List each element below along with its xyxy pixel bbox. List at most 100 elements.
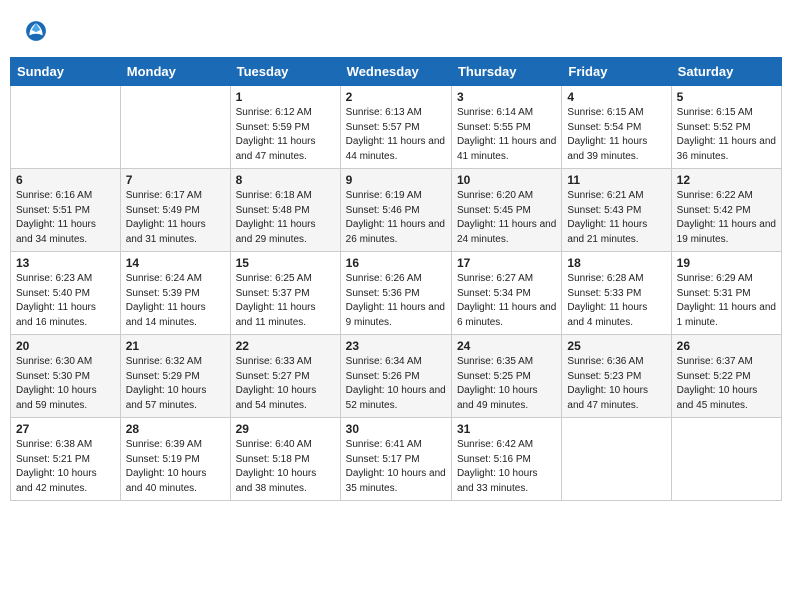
header-sunday: Sunday [11,58,121,86]
calendar-week-row: 27 Sunrise: 6:38 AMSunset: 5:21 PMDayligh… [11,418,782,501]
day-info: Sunrise: 6:35 AMSunset: 5:25 PMDaylight:… [457,355,556,413]
day-info: Sunrise: 6:40 AMSunset: 5:18 PMDaylight:… [236,438,335,496]
calendar-cell: 14 Sunrise: 6:24 AMSunset: 5:39 PMDayligh… [120,252,230,335]
calendar-header-row: Sunday Monday Tuesday Wednesday Thursday… [11,58,782,86]
calendar-cell: 1 Sunrise: 6:12 AMSunset: 5:59 PMDaylight… [230,86,340,169]
day-info: Sunrise: 6:25 AMSunset: 5:37 PMDaylight:… [236,272,335,330]
calendar-cell: 12 Sunrise: 6:22 AMSunset: 5:42 PMDayligh… [671,169,781,252]
day-info: Sunrise: 6:33 AMSunset: 5:27 PMDaylight:… [236,355,335,413]
calendar-week-row: 6Sunrise: 6:16 AMSunset: 5:51 PMDaylight… [11,169,782,252]
calendar-cell: 20 Sunrise: 6:30 AMSunset: 5:30 PMDayligh… [11,335,121,418]
day-info: Sunrise: 6:24 AMSunset: 5:39 PMDaylight:… [126,272,225,330]
calendar-cell: 19 Sunrise: 6:29 AMSunset: 5:31 PMDayligh… [671,252,781,335]
calendar-cell: 30 Sunrise: 6:41 AMSunset: 5:17 PMDayligh… [340,418,451,501]
calendar-cell: 24 Sunrise: 6:35 AMSunset: 5:25 PMDayligh… [451,335,561,418]
calendar-week-row: 20 Sunrise: 6:30 AMSunset: 5:30 PMDayligh… [11,335,782,418]
logo [25,20,49,47]
logo-mark [25,20,47,47]
calendar-cell: 15 Sunrise: 6:25 AMSunset: 5:37 PMDayligh… [230,252,340,335]
day-info: Sunrise: 6:30 AMSunset: 5:30 PMDaylight:… [16,355,115,413]
day-number: 11 [567,173,665,187]
header-saturday: Saturday [671,58,781,86]
day-info: Sunrise: 6:41 AMSunset: 5:17 PMDaylight:… [346,438,446,496]
day-info: Sunrise: 6:37 AMSunset: 5:22 PMDaylight:… [677,355,776,413]
day-number: 9 [346,173,446,187]
header-wednesday: Wednesday [340,58,451,86]
day-info: Sunrise: 6:14 AMSunset: 5:55 PMDaylight:… [457,106,556,164]
day-number: 19 [677,256,776,270]
day-number: 21 [126,339,225,353]
header-thursday: Thursday [451,58,561,86]
day-number: 30 [346,422,446,436]
calendar-cell [671,418,781,501]
day-number: 1 [236,90,335,104]
day-number: 22 [236,339,335,353]
day-info: Sunrise: 6:32 AMSunset: 5:29 PMDaylight:… [126,355,225,413]
day-number: 3 [457,90,556,104]
day-number: 15 [236,256,335,270]
day-info: Sunrise: 6:15 AMSunset: 5:52 PMDaylight:… [677,106,776,164]
day-number: 5 [677,90,776,104]
day-info: Sunrise: 6:12 AMSunset: 5:59 PMDaylight:… [236,106,335,164]
calendar-cell: 2Sunrise: 6:13 AMSunset: 5:57 PMDaylight… [340,86,451,169]
day-info: Sunrise: 6:36 AMSunset: 5:23 PMDaylight:… [567,355,665,413]
day-number: 16 [346,256,446,270]
day-number: 20 [16,339,115,353]
day-number: 26 [677,339,776,353]
day-info: Sunrise: 6:18 AMSunset: 5:48 PMDaylight:… [236,189,335,247]
calendar-cell: 23 Sunrise: 6:34 AMSunset: 5:26 PMDayligh… [340,335,451,418]
day-info: Sunrise: 6:38 AMSunset: 5:21 PMDaylight:… [16,438,115,496]
day-info: Sunrise: 6:21 AMSunset: 5:43 PMDaylight:… [567,189,665,247]
day-info: Sunrise: 6:27 AMSunset: 5:34 PMDaylight:… [457,272,556,330]
day-info: Sunrise: 6:26 AMSunset: 5:36 PMDaylight:… [346,272,446,330]
day-info: Sunrise: 6:34 AMSunset: 5:26 PMDaylight:… [346,355,446,413]
day-number: 13 [16,256,115,270]
calendar-cell: 17 Sunrise: 6:27 AMSunset: 5:34 PMDayligh… [451,252,561,335]
day-number: 23 [346,339,446,353]
calendar-cell: 7Sunrise: 6:17 AMSunset: 5:49 PMDaylight… [120,169,230,252]
day-info: Sunrise: 6:29 AMSunset: 5:31 PMDaylight:… [677,272,776,330]
header-friday: Friday [562,58,671,86]
calendar-cell: 28 Sunrise: 6:39 AMSunset: 5:19 PMDayligh… [120,418,230,501]
day-number: 29 [236,422,335,436]
day-number: 14 [126,256,225,270]
day-info: Sunrise: 6:42 AMSunset: 5:16 PMDaylight:… [457,438,556,496]
calendar-week-row: 13Sunrise: 6:23 AMSunset: 5:40 PMDayligh… [11,252,782,335]
day-number: 4 [567,90,665,104]
calendar-cell: 9 Sunrise: 6:19 AMSunset: 5:46 PMDaylight… [340,169,451,252]
day-number: 7 [126,173,225,187]
calendar-cell [11,86,121,169]
day-info: Sunrise: 6:15 AMSunset: 5:54 PMDaylight:… [567,106,665,164]
day-info: Sunrise: 6:13 AMSunset: 5:57 PMDaylight:… [346,106,446,164]
calendar-cell: 11 Sunrise: 6:21 AMSunset: 5:43 PMDayligh… [562,169,671,252]
calendar-cell: 31 Sunrise: 6:42 AMSunset: 5:16 PMDayligh… [451,418,561,501]
day-number: 27 [16,422,115,436]
calendar-cell: 3 Sunrise: 6:14 AMSunset: 5:55 PMDaylight… [451,86,561,169]
day-info: Sunrise: 6:20 AMSunset: 5:45 PMDaylight:… [457,189,556,247]
day-info: Sunrise: 6:39 AMSunset: 5:19 PMDaylight:… [126,438,225,496]
day-number: 12 [677,173,776,187]
day-number: 28 [126,422,225,436]
calendar-cell: 21 Sunrise: 6:32 AMSunset: 5:29 PMDayligh… [120,335,230,418]
day-number: 18 [567,256,665,270]
calendar-table: Sunday Monday Tuesday Wednesday Thursday… [10,57,782,501]
day-info: Sunrise: 6:22 AMSunset: 5:42 PMDaylight:… [677,189,776,247]
day-number: 17 [457,256,556,270]
calendar-cell: 22 Sunrise: 6:33 AMSunset: 5:27 PMDayligh… [230,335,340,418]
calendar-week-row: 1 Sunrise: 6:12 AMSunset: 5:59 PMDaylight… [11,86,782,169]
header-monday: Monday [120,58,230,86]
calendar-cell: 29 Sunrise: 6:40 AMSunset: 5:18 PMDayligh… [230,418,340,501]
calendar-cell [120,86,230,169]
calendar-cell: 6Sunrise: 6:16 AMSunset: 5:51 PMDaylight… [11,169,121,252]
calendar-cell: 18Sunrise: 6:28 AMSunset: 5:33 PMDayligh… [562,252,671,335]
calendar-cell: 13Sunrise: 6:23 AMSunset: 5:40 PMDayligh… [11,252,121,335]
calendar-cell: 8Sunrise: 6:18 AMSunset: 5:48 PMDaylight… [230,169,340,252]
calendar-cell: 16 Sunrise: 6:26 AMSunset: 5:36 PMDayligh… [340,252,451,335]
day-info: Sunrise: 6:19 AMSunset: 5:46 PMDaylight:… [346,189,446,247]
calendar-cell: 26 Sunrise: 6:37 AMSunset: 5:22 PMDayligh… [671,335,781,418]
day-number: 24 [457,339,556,353]
calendar-cell: 4 Sunrise: 6:15 AMSunset: 5:54 PMDaylight… [562,86,671,169]
calendar-cell [562,418,671,501]
day-number: 31 [457,422,556,436]
calendar-cell: 25Sunrise: 6:36 AMSunset: 5:23 PMDayligh… [562,335,671,418]
